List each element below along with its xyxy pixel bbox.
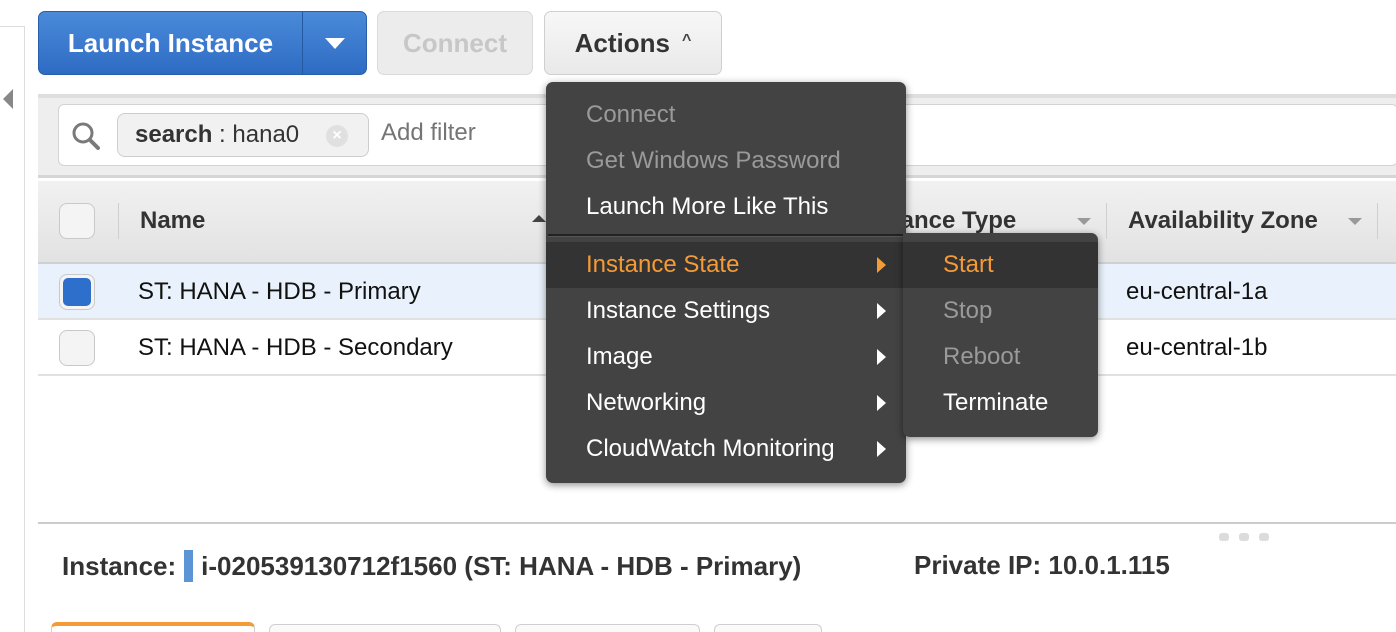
menu-item-label: Launch More Like This (586, 193, 829, 220)
actions-label: Actions (574, 27, 670, 58)
submenu-arrow-icon (877, 303, 886, 319)
sort-icon[interactable] (1348, 218, 1362, 225)
menu-item-label: Instance Settings (586, 297, 771, 324)
chip-value: hana0 (232, 121, 300, 148)
instance-state-submenu: Start Stop Reboot Terminate (903, 233, 1098, 437)
menu-item-image[interactable]: Image (546, 334, 906, 380)
sort-ascending-icon[interactable] (532, 215, 546, 222)
menu-item-label: CloudWatch Monitoring (586, 435, 835, 462)
menu-item-connect[interactable]: Connect (546, 92, 906, 138)
instance-marker (184, 550, 194, 582)
instance-label: Instance: (62, 550, 177, 581)
collapse-nav-icon[interactable] (3, 89, 13, 109)
submenu-item-start[interactable]: Start (903, 242, 1098, 288)
resize-grip-icon[interactable] (1219, 533, 1229, 541)
column-divider (1106, 203, 1107, 239)
submenu-item-stop[interactable]: Stop (903, 288, 1098, 334)
instance-id: i-020539130712f1560 (ST: HANA - HDB - Pr… (201, 550, 802, 581)
sort-icon[interactable] (1077, 218, 1091, 225)
actions-menu: Connect Get Windows Password Launch More… (546, 82, 906, 483)
search-icon (72, 122, 100, 150)
column-header-availability-zone[interactable]: Availability Zone (1128, 207, 1318, 235)
submenu-item-reboot[interactable]: Reboot (903, 334, 1098, 380)
search-filter-chip[interactable]: search : hana0 × (117, 113, 369, 157)
menu-item-label: Image (586, 343, 653, 370)
launch-instance-button[interactable]: Launch Instance (39, 12, 302, 74)
chip-key: search (135, 121, 213, 148)
tab-description[interactable] (51, 622, 255, 632)
column-divider (1377, 203, 1378, 239)
resize-grip-icon[interactable] (1239, 533, 1249, 541)
row-checkbox[interactable] (59, 330, 95, 366)
submenu-arrow-icon (877, 441, 886, 457)
submenu-item-terminate[interactable]: Terminate (903, 380, 1098, 426)
menu-item-instance-settings[interactable]: Instance Settings (546, 288, 906, 334)
instance-name: ST: HANA - HDB - Primary (138, 278, 421, 305)
instance-name: ST: HANA - HDB - Secondary (138, 334, 453, 361)
menu-item-instance-state[interactable]: Instance State (546, 242, 906, 288)
submenu-arrow-icon (877, 395, 886, 411)
pane-splitter[interactable] (38, 522, 1396, 524)
availability-zone: eu-central-1b (1126, 334, 1268, 361)
menu-item-label: Get Windows Password (586, 147, 841, 174)
menu-item-label: Instance State (586, 251, 740, 278)
menu-separator (548, 234, 904, 237)
column-header-name[interactable]: Name (140, 207, 205, 235)
tab-status-checks[interactable] (269, 624, 501, 632)
resize-grip-icon[interactable] (1259, 533, 1269, 541)
private-ip: Private IP: 10.0.1.115 (914, 550, 1170, 580)
menu-item-get-windows-password[interactable]: Get Windows Password (546, 138, 906, 184)
caret-up-icon: ^ (682, 32, 692, 49)
menu-item-networking[interactable]: Networking (546, 380, 906, 426)
checkbox-checked-mark (63, 278, 91, 306)
connect-button[interactable]: Connect (377, 11, 533, 75)
chip-separator: : (212, 121, 233, 148)
launch-instance-dropdown-button[interactable] (302, 12, 366, 74)
menu-item-label: Networking (586, 389, 707, 416)
menu-item-launch-more-like-this[interactable]: Launch More Like This (546, 184, 906, 230)
column-divider (118, 203, 119, 239)
menu-item-cloudwatch-monitoring[interactable]: CloudWatch Monitoring (546, 426, 906, 472)
launch-instance-button-group: Launch Instance (38, 11, 367, 75)
instance-summary: Instance: i-020539130712f1560 (ST: HANA … (62, 550, 801, 582)
submenu-arrow-icon (877, 257, 886, 273)
ec2-instances-console: Launch Instance Connect Actions ^ search… (0, 0, 1396, 632)
menu-item-label: Connect (586, 101, 676, 128)
navigation-panel-edge (0, 26, 25, 632)
row-checkbox[interactable] (59, 274, 95, 310)
tab-monitoring[interactable] (515, 624, 700, 632)
tab-tags[interactable] (714, 624, 822, 632)
select-all-checkbox[interactable] (59, 203, 95, 239)
submenu-arrow-icon (877, 349, 886, 365)
caret-down-icon (324, 37, 345, 49)
remove-filter-icon[interactable]: × (326, 125, 348, 147)
actions-button[interactable]: Actions ^ (544, 11, 722, 75)
availability-zone: eu-central-1a (1126, 278, 1268, 305)
